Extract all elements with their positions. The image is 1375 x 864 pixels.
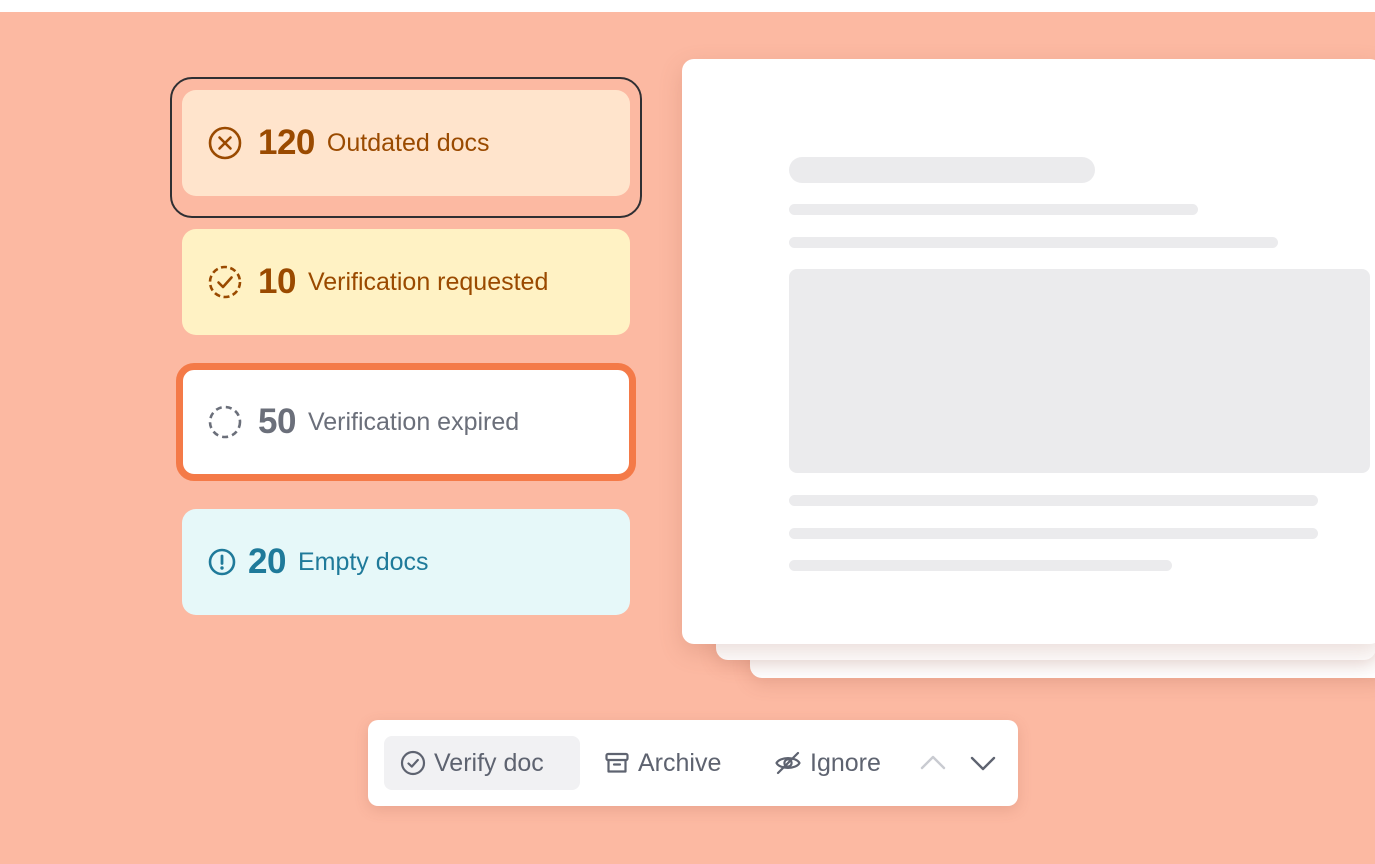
placeholder-image (789, 269, 1370, 473)
placeholder-line (789, 528, 1318, 539)
x-circle-icon (208, 126, 242, 160)
archive-button[interactable]: Archive (604, 736, 721, 790)
verify-doc-button[interactable]: Verify doc (384, 736, 580, 790)
check-circle-icon (400, 750, 426, 776)
archive-icon (605, 752, 629, 773)
filter-card-verification-requested[interactable]: 10 Verification requested (182, 229, 630, 335)
filter-count: 120 (258, 123, 315, 162)
document-preview (682, 59, 1375, 644)
dashed-circle-icon (208, 405, 242, 439)
filter-card-verification-expired[interactable]: 50 Verification expired (176, 363, 636, 481)
filter-count: 20 (248, 542, 286, 581)
next-button[interactable] (968, 736, 1006, 790)
ignore-label: Ignore (810, 748, 881, 777)
placeholder-line (789, 237, 1278, 248)
dashed-check-circle-icon (208, 265, 242, 299)
verify-doc-label: Verify doc (434, 748, 544, 777)
filter-label: Outdated docs (326, 128, 490, 157)
filter-label: Verification expired (307, 407, 520, 436)
eye-off-icon (775, 751, 801, 775)
placeholder-line (789, 204, 1198, 215)
filter-label: Verification requested (307, 267, 549, 296)
action-toolbar: Verify doc Archive Ignore (368, 720, 1018, 806)
filter-count: 50 (258, 402, 296, 441)
chevron-down-icon (970, 756, 996, 771)
placeholder-line (789, 495, 1318, 506)
filter-card-outdated-docs[interactable]: 120 Outdated docs (182, 90, 630, 196)
alert-circle-icon (208, 545, 236, 579)
chevron-up-icon (920, 755, 946, 770)
filter-card-empty-docs[interactable]: 20 Empty docs (182, 509, 630, 615)
archive-label: Archive (638, 748, 722, 777)
previous-button[interactable] (918, 736, 956, 790)
filter-label: Empty docs (297, 547, 429, 576)
ignore-button[interactable]: Ignore (774, 736, 881, 790)
filter-count: 10 (258, 262, 296, 301)
placeholder-line (789, 560, 1172, 571)
placeholder-title (789, 157, 1095, 183)
